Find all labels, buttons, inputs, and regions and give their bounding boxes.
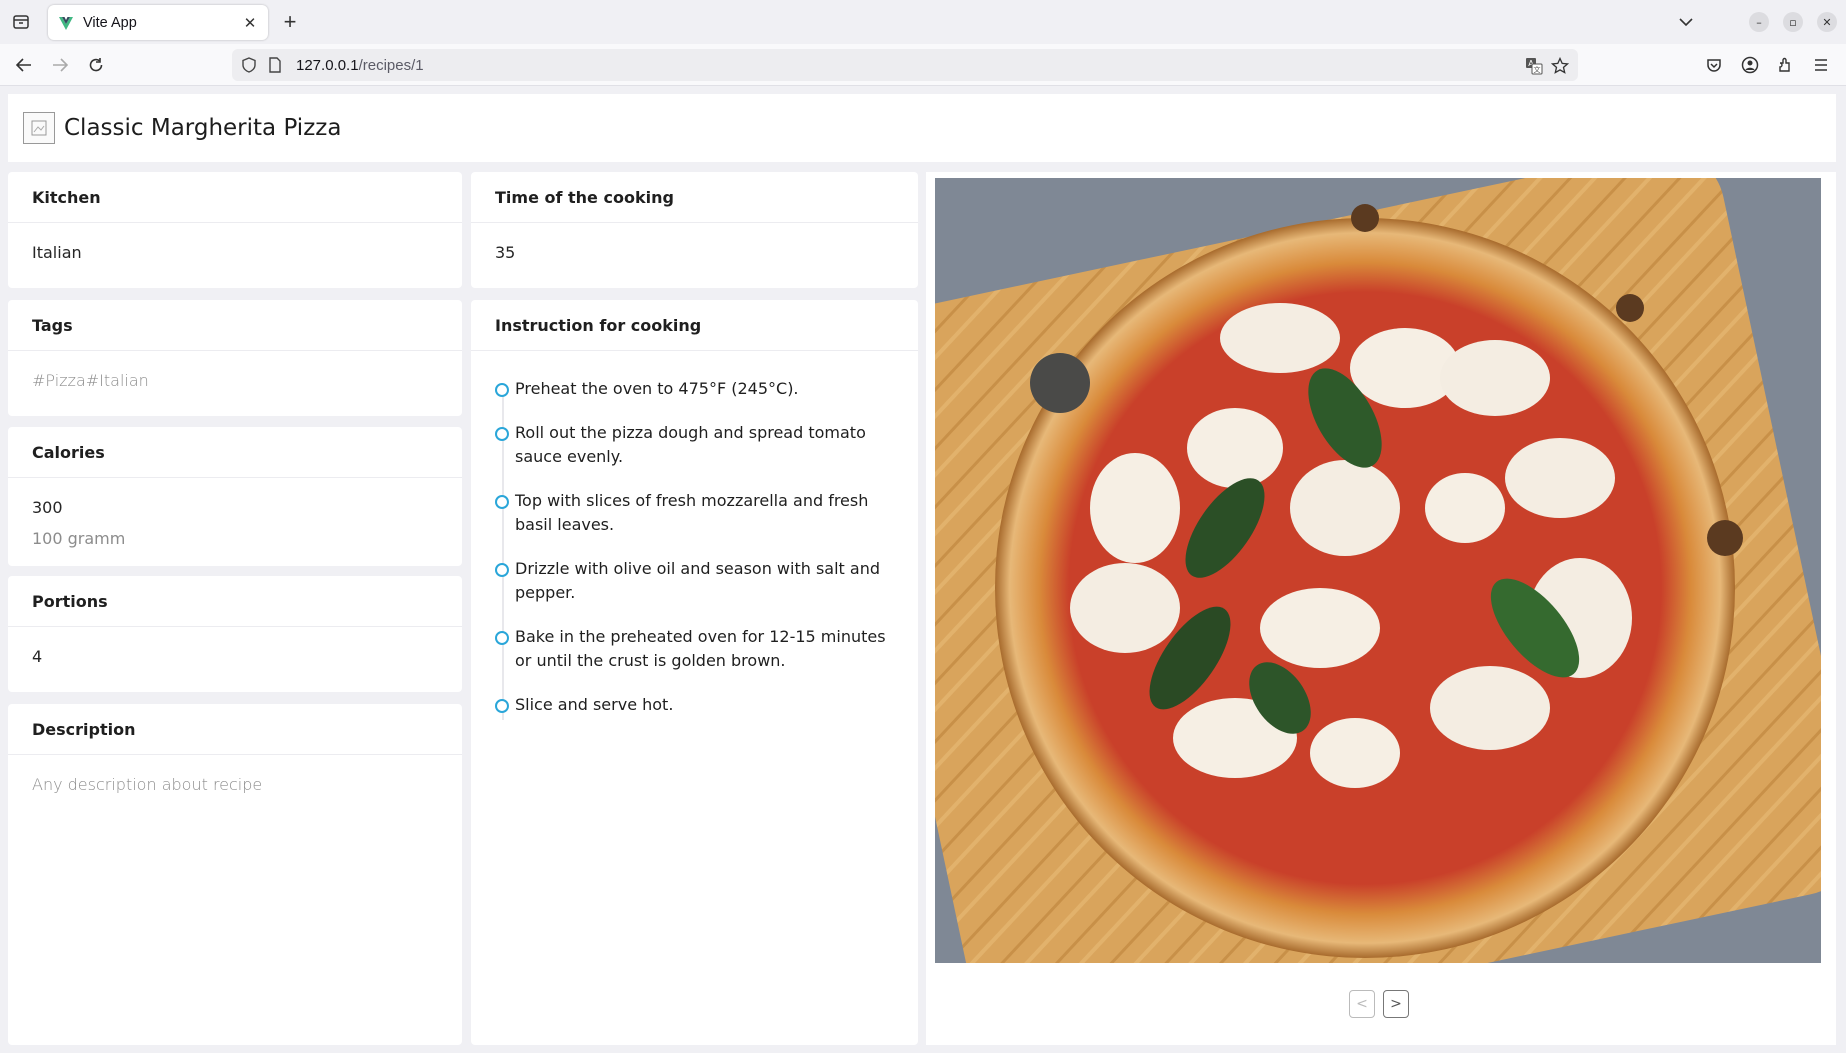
restore-icon[interactable]: ▫ [1783, 12, 1803, 32]
bookmark-star-icon[interactable] [1550, 56, 1570, 76]
timeline-dot-icon [495, 495, 509, 509]
time-value: 35 [495, 243, 516, 262]
broken-image-icon [23, 112, 55, 144]
instructions-card: Instruction for cooking Preheat the oven… [471, 300, 918, 1045]
kitchen-card: Kitchen Italian [8, 172, 462, 288]
timeline-dot-icon [495, 699, 509, 713]
url-path: /recipes/1 [358, 56, 424, 74]
url-host: 127.0.0.1 [296, 56, 359, 74]
gallery-prev-button[interactable]: < [1349, 990, 1375, 1018]
calories-label: Calories [8, 427, 462, 478]
instruction-step: Slice and serve hot. [495, 693, 894, 717]
recipe-gallery: < > [926, 172, 1836, 1045]
time-label: Time of the cooking [471, 172, 918, 223]
calories-unit: 100 gramm [32, 529, 126, 548]
calories-value: 300 [32, 498, 63, 517]
page-title: Classic Margherita Pizza [64, 115, 342, 141]
time-card: Time of the cooking 35 [471, 172, 918, 288]
recipe-header: Classic Margherita Pizza [8, 94, 1836, 162]
minimize-icon[interactable]: – [1749, 12, 1769, 32]
kitchen-label: Kitchen [8, 172, 462, 223]
tab-list-icon[interactable] [10, 12, 32, 32]
forward-icon[interactable] [49, 54, 71, 76]
timeline-dot-icon [495, 563, 509, 577]
calories-card: Calories 300 100 gramm [8, 427, 462, 566]
gallery-next-button[interactable]: > [1383, 990, 1409, 1018]
back-icon[interactable] [13, 54, 35, 76]
recipe-page: Classic Margherita Pizza Kitchen Italian… [0, 86, 1846, 1053]
portions-card: Portions 4 [8, 576, 462, 692]
instruction-step: Preheat the oven to 475°F (245°C). [495, 377, 894, 401]
shield-icon[interactable] [240, 56, 258, 74]
vite-favicon-icon [58, 15, 74, 31]
instructions-label: Instruction for cooking [471, 300, 918, 351]
kitchen-value: Italian [32, 243, 82, 262]
tags-label: Tags [8, 300, 462, 351]
pocket-icon[interactable] [1703, 54, 1725, 76]
portions-label: Portions [8, 576, 462, 627]
close-window-icon[interactable]: ✕ [1817, 12, 1837, 32]
timeline-dot-icon [495, 631, 509, 645]
menu-icon[interactable] [1810, 54, 1832, 76]
instruction-step: Bake in the preheated oven for 12-15 min… [495, 625, 894, 673]
description-card: Description Any description about recipe [8, 704, 462, 1045]
tab-title: Vite App [83, 14, 137, 31]
instruction-step: Roll out the pizza dough and spread toma… [495, 421, 894, 469]
chevron-down-icon[interactable] [1676, 12, 1696, 32]
description-value: Any description about recipe [32, 775, 263, 794]
new-tab-icon[interactable]: + [279, 9, 301, 34]
svg-text:文: 文 [1534, 65, 1541, 74]
browser-tab-bar: Vite App ✕ + – ▫ ✕ [0, 0, 1846, 44]
url-bar[interactable]: 127.0.0.1/recipes/1 A文 [232, 49, 1578, 81]
translate-icon[interactable]: A文 [1524, 56, 1544, 76]
tab-close-icon[interactable]: ✕ [242, 14, 258, 32]
portions-value: 4 [32, 647, 43, 666]
account-icon[interactable] [1739, 54, 1761, 76]
browser-tab[interactable]: Vite App ✕ [48, 5, 268, 40]
description-label: Description [8, 704, 462, 755]
url-text: 127.0.0.1/recipes/1 [296, 57, 424, 74]
instruction-step: Drizzle with olive oil and season with s… [495, 557, 894, 605]
page-icon[interactable] [266, 56, 284, 74]
instructions-timeline: Preheat the oven to 475°F (245°C). Roll … [471, 351, 918, 720]
tags-card: Tags #Pizza#Italian [8, 300, 462, 416]
reload-icon[interactable] [85, 54, 107, 76]
instruction-step: Top with slices of fresh mozzarella and … [495, 489, 894, 537]
tags-value: #Pizza#Italian [32, 371, 149, 390]
timeline-dot-icon [495, 427, 509, 441]
extensions-icon[interactable] [1774, 54, 1796, 76]
browser-nav-bar: 127.0.0.1/recipes/1 A文 [0, 44, 1846, 86]
pizza-photo [935, 178, 1821, 963]
timeline-dot-icon [495, 383, 509, 397]
